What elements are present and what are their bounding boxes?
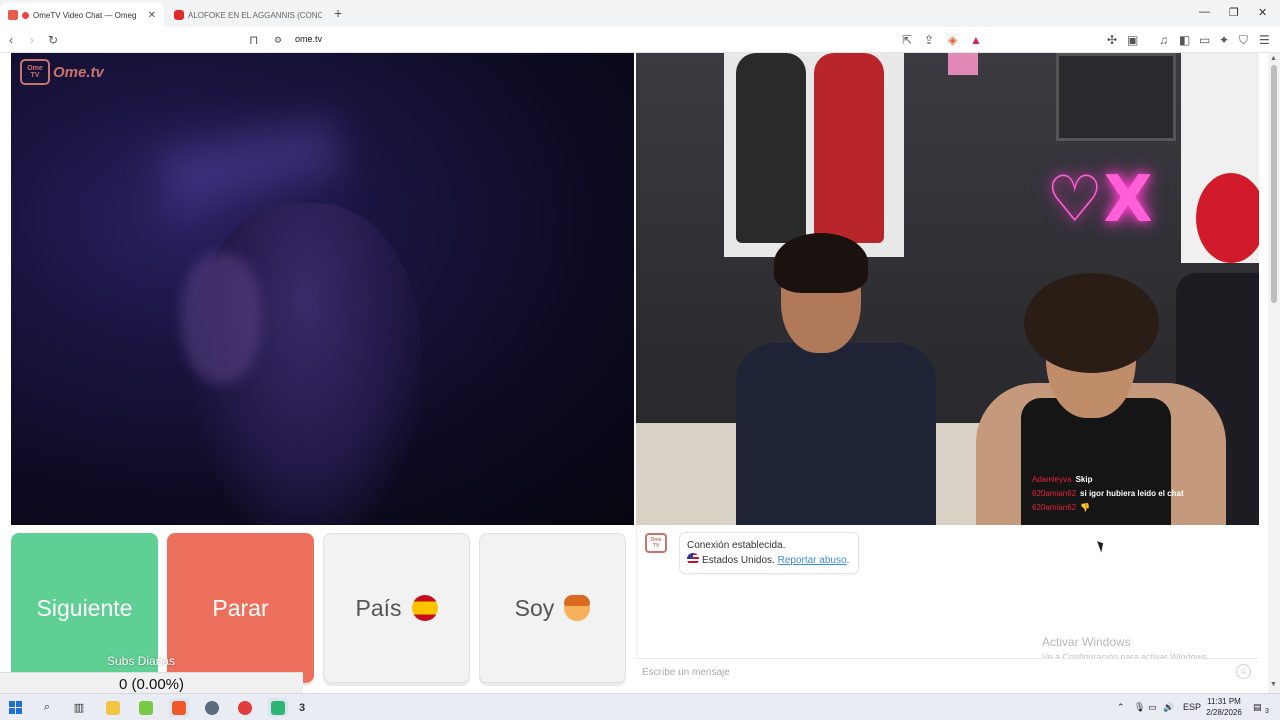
scroll-up-icon[interactable]: ▲ <box>1270 55 1277 62</box>
gender-button[interactable]: Soy <box>479 533 626 683</box>
youtube-favicon-icon <box>174 10 184 20</box>
language-indicator[interactable]: ESP <box>1183 702 1201 712</box>
brave-shields-icon[interactable]: ◈ <box>948 32 957 48</box>
speaker-icon[interactable]: 🔊 <box>1163 702 1174 713</box>
leo-ai-icon[interactable]: ✦ <box>1219 32 1229 48</box>
clock-time: 11:31 PM <box>1207 697 1241 706</box>
tab-title: ALOFOKE EN EL AGGANNIS (CONCIE <box>188 10 322 20</box>
tab-title: OmeTV Video Chat — Omeg <box>33 10 137 20</box>
task-view-icon[interactable]: ▥ <box>69 698 89 717</box>
close-window-icon[interactable]: ✕ <box>1258 6 1267 19</box>
browser-tab-bar: OmeTV Video Chat — Omeg ✕ ALOFOKE EN EL … <box>0 0 1280 27</box>
tray-overflow-icon[interactable]: ⌃ <box>1117 702 1125 713</box>
close-tab-icon[interactable]: ✕ <box>148 10 156 21</box>
gender-button-label: Soy <box>514 594 555 621</box>
ometv-page: Ome TV Ome.tv ♡X Adamleyva Skip 620amian6… <box>0 53 1268 695</box>
notification-count: 3 <box>1265 708 1269 715</box>
site-settings-icon[interactable]: ⚙ <box>274 32 282 48</box>
reload-icon[interactable]: ↻ <box>48 32 58 48</box>
emoji-icon[interactable]: ☺ <box>1236 664 1251 679</box>
ometv-favicon-icon <box>8 10 18 20</box>
clock-date: 2/28/2026 <box>1206 708 1242 717</box>
country-button[interactable]: País <box>323 533 470 683</box>
message-input[interactable] <box>642 664 1222 680</box>
subs-label: Subs Diarias <box>107 654 176 668</box>
brave-rewards-icon[interactable]: ▲ <box>970 32 982 48</box>
forward-icon[interactable]: › <box>30 32 34 48</box>
microphone-icon[interactable]: 🎙 <box>1134 702 1145 713</box>
message-input-bar: ☺ <box>636 658 1259 683</box>
scroll-down-icon[interactable]: ▼ <box>1270 681 1277 688</box>
minimize-icon[interactable]: — <box>1199 6 1210 18</box>
activate-windows-title: Activar Windows <box>1042 635 1131 649</box>
windows-taskbar: ⌕ ▥ 3 ⌃ 🎙 ▭ 🔊 ESP 11:31 PM 2/28/2026 ▤ 3 <box>0 693 1280 720</box>
country-button-label: País <box>355 594 402 621</box>
report-abuse-link[interactable]: Reportar abuso <box>778 555 847 566</box>
extensions-icon[interactable]: ✣ <box>1107 32 1117 48</box>
browser-toolbar: ‹ › ↻ ⊓ ⚙ ome.tv ⇱ ⇪ ◈ ▲ ✣ ▣ ♫ ◧ ▭ ✦ ⛉ ☰ <box>0 27 1280 53</box>
tab-alofoke[interactable]: ALOFOKE EN EL AGGANNIS (CONCIE <box>166 3 330 27</box>
partner-country: Estados Unidos. Reportar abuso. <box>687 553 851 568</box>
stop-button[interactable]: Parar <box>167 533 314 683</box>
usa-flag-icon <box>687 553 699 565</box>
app-icon[interactable] <box>202 698 222 717</box>
store-icon[interactable] <box>136 698 156 717</box>
notification-icon[interactable]: ▤ <box>1253 702 1262 713</box>
recorder-icon[interactable] <box>235 698 255 717</box>
ometv-logo[interactable]: Ome TV Ome.tv <box>20 59 104 85</box>
recording-indicator-icon <box>22 11 29 19</box>
clock[interactable]: 11:31 PM 2/28/2026 <box>1200 696 1248 718</box>
battery-icon[interactable]: ▭ <box>1148 702 1157 713</box>
tab-ometv[interactable]: OmeTV Video Chat — Omeg ✕ <box>0 3 164 27</box>
file-explorer-icon[interactable] <box>103 698 123 717</box>
wallet-icon[interactable]: ▭ <box>1199 32 1210 48</box>
connection-status: Conexión establecida. <box>687 540 786 551</box>
stop-button-label: Parar <box>212 594 269 621</box>
address-bar[interactable]: ome.tv <box>295 34 322 44</box>
menu-icon[interactable]: ☰ <box>1259 32 1270 48</box>
vpn-icon[interactable]: ⛉ <box>1239 32 1248 48</box>
bookmark-icon[interactable]: ⊓ <box>249 32 258 48</box>
local-video <box>11 53 634 525</box>
tv-logo-icon: Ome TV <box>20 59 50 85</box>
system-message: Conexión establecida. Estados Unidos. Re… <box>679 532 859 574</box>
ometv-chat-avatar-icon: Ome TV <box>645 533 667 553</box>
stream-chat-row: Adamleyva Skip <box>1032 475 1093 484</box>
streaming-app-icon[interactable] <box>268 698 288 717</box>
boy-face-icon <box>564 595 591 621</box>
restore-icon[interactable]: ❐ <box>1229 6 1239 19</box>
stream-chat-row: 620amian62 si igor hubiera leido el chat <box>1032 489 1184 498</box>
new-tab-icon[interactable]: + <box>334 5 342 21</box>
subs-value: 0 (0.00%) <box>118 675 185 693</box>
logo-text: Ome.tv <box>53 63 104 81</box>
neon-sign-graphic: ♡X <box>1046 163 1153 237</box>
stream-chat-row: 620amian62 👎 <box>1032 503 1091 512</box>
share-icon[interactable]: ⇪ <box>924 32 934 48</box>
sidebar-icon[interactable]: ◧ <box>1179 32 1190 48</box>
screenshot-icon[interactable]: ▣ <box>1127 32 1138 48</box>
media-icon[interactable]: ♫ <box>1159 32 1168 48</box>
brave-browser-icon[interactable] <box>169 698 189 717</box>
partner-video: ♡X Adamleyva Skip 620amian62 si igor hubie… <box>636 53 1259 525</box>
open-external-icon[interactable]: ⇱ <box>902 32 912 48</box>
search-icon[interactable]: ⌕ <box>37 698 57 717</box>
taskbar-badge-count: 3 <box>298 701 306 714</box>
back-icon[interactable]: ‹ <box>9 32 13 48</box>
page-scrollbar[interactable]: ▲ ▼ <box>1268 53 1280 693</box>
spain-flag-icon <box>411 595 438 621</box>
scrollbar-thumb[interactable] <box>1271 65 1277 303</box>
stream-chat-overlay: Adamleyva Skip 620amian62 si igor hubiera … <box>1032 473 1184 515</box>
next-button-label: Siguiente <box>36 594 133 621</box>
subs-counter: 0 (0.00%) <box>0 672 303 695</box>
start-icon[interactable] <box>5 698 25 717</box>
